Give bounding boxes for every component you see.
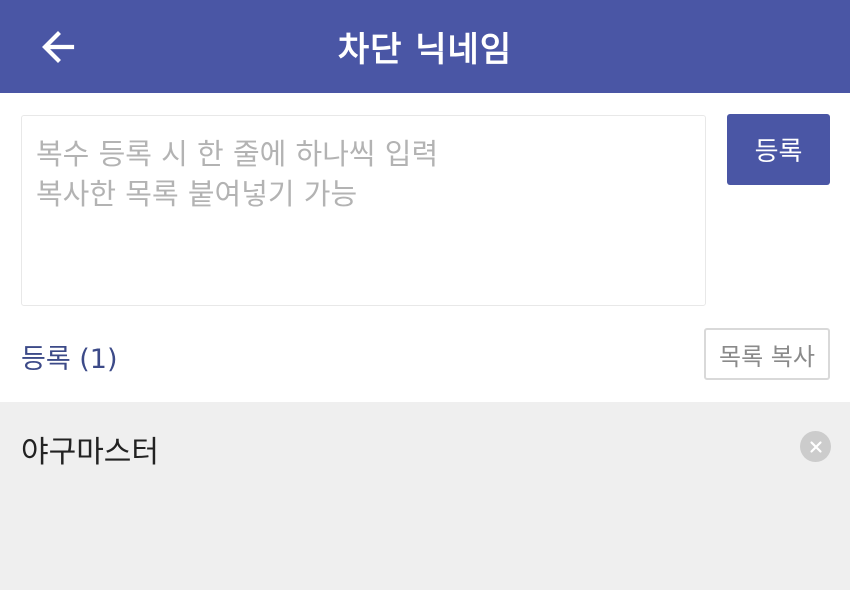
registered-count-label: 등록 (1) <box>21 343 118 375</box>
close-icon <box>809 440 822 453</box>
list-item: 야구마스터 <box>0 402 850 496</box>
copy-list-button[interactable]: 목록 복사 <box>704 328 830 380</box>
nickname-input-container <box>21 115 706 306</box>
page-title: 차단 닉네임 <box>337 30 513 70</box>
blocked-nickname-list: 야구마스터 <box>0 402 850 590</box>
app-header: 차단 닉네임 <box>0 0 850 93</box>
nickname-input[interactable] <box>22 116 705 305</box>
remove-nickname-button[interactable] <box>800 431 831 462</box>
register-button[interactable]: 등록 <box>727 114 830 185</box>
blocked-nickname: 야구마스터 <box>21 435 159 470</box>
